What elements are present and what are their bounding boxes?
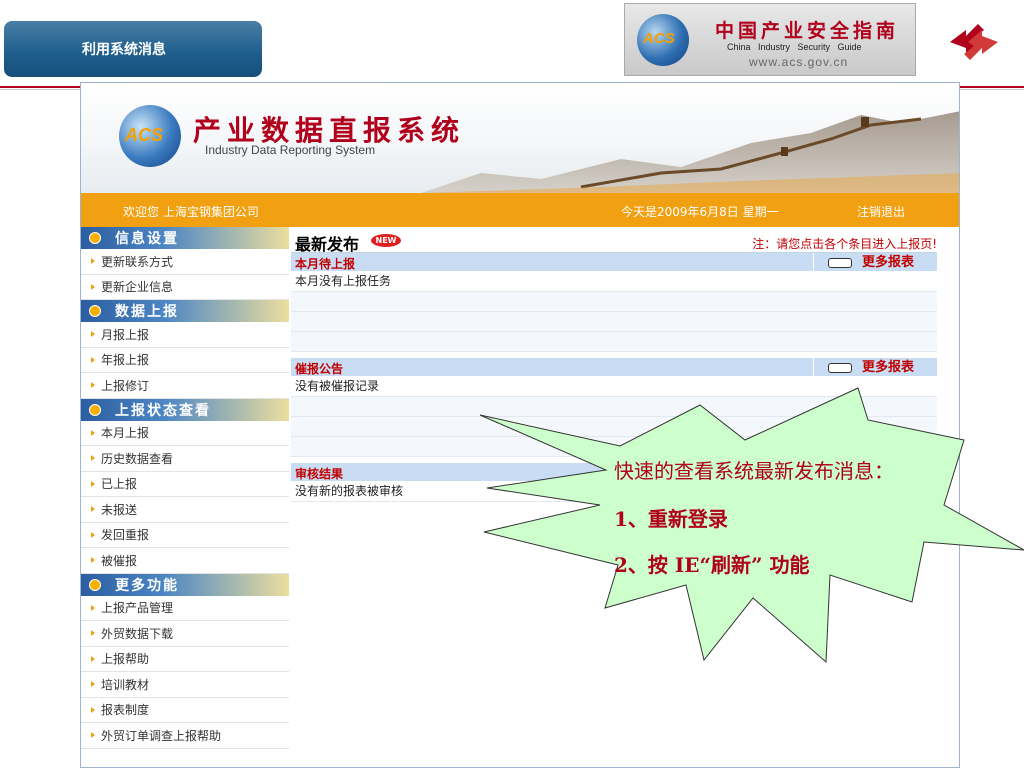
system-subtitle: Industry Data Reporting System	[205, 143, 376, 157]
acs-globe-logo: ACS	[637, 14, 689, 66]
sidebar-item-history[interactable]: 历史数据查看	[81, 446, 289, 472]
arrow-icon	[91, 258, 95, 265]
industry-security-guide-banner: ACS 中国产业安全指南 China Industry Security Gui…	[624, 3, 916, 76]
arrow-icon	[91, 356, 95, 363]
sidebar-item-returned[interactable]: 发回重报	[81, 523, 289, 548]
arrow-icon	[91, 706, 95, 713]
system-banner: ACS 产业数据直报系统 Industry Data Reporting Sys…	[81, 83, 959, 193]
pointing-hand-icon	[828, 258, 852, 268]
list-item	[291, 312, 937, 332]
arrow-icon	[91, 283, 95, 290]
arrow-icon	[91, 480, 95, 487]
callout-line-3: 2、按 IE“刷新” 功能	[614, 553, 810, 577]
monthly-pending-header[interactable]: 本月待上报 更多报表	[291, 253, 937, 272]
callout-line-2: 1、重新登录	[614, 507, 728, 531]
slide-title-tab: 利用系统消息	[4, 21, 262, 77]
arrow-icon	[91, 681, 95, 688]
sidebar-item-this-month[interactable]: 本月上报	[81, 421, 289, 446]
sidebar-item-monthly-report[interactable]: 月报上报	[81, 322, 289, 348]
welcome-text: 欢迎您 上海宝钢集团公司	[123, 205, 259, 219]
sidebar-item-not-submitted[interactable]: 未报送	[81, 497, 289, 523]
sidebar-item-annual-report[interactable]: 年报上报	[81, 348, 289, 373]
panel-header: 最新发布 NEW 注：请您点击各个条目进入上报页!	[291, 229, 937, 254]
arrow-icon	[91, 630, 95, 637]
guide-title-en: China Industry Security Guide	[727, 42, 862, 52]
sidebar-item-order-survey-help[interactable]: 外贸订单调查上报帮助	[81, 723, 289, 749]
arrow-icon	[91, 557, 95, 564]
arrow-icon	[91, 429, 95, 436]
sidebar-item-urged[interactable]: 被催报	[81, 548, 289, 574]
arrow-icon	[91, 655, 95, 662]
sidebar-section-more[interactable]: 更多功能	[81, 573, 289, 596]
sidebar-item-report-rules[interactable]: 报表制度	[81, 698, 289, 723]
slide-title: 利用系统消息	[82, 42, 166, 58]
great-wall-illustration	[421, 111, 959, 193]
sidebar-item-submitted[interactable]: 已上报	[81, 472, 289, 497]
guide-url: www.acs.gov.cn	[749, 55, 849, 69]
ministry-logo-icon	[950, 24, 998, 60]
sidebar-item-report-revision[interactable]: 上报修订	[81, 373, 289, 399]
logout-link[interactable]: 注销退出	[857, 203, 905, 220]
more-reports-link[interactable]: 更多报表	[813, 253, 937, 272]
sidebar-item-report-help[interactable]: 上报帮助	[81, 647, 289, 672]
section-bullet-icon	[89, 232, 101, 244]
panel-note: 注：请您点击各个条目进入上报页!	[752, 237, 937, 251]
sidebar-menu: 信息设置 更新联系方式 更新企业信息 数据上报 月报上报 年报上报 上报修订 上…	[81, 227, 289, 749]
review-result-title: 审核结果	[295, 467, 344, 481]
list-item	[291, 292, 937, 312]
sidebar-section-data-report[interactable]: 数据上报	[81, 300, 289, 322]
reporting-system-window: ACS 产业数据直报系统 Industry Data Reporting Sys…	[80, 82, 960, 768]
sidebar-item-trade-download[interactable]: 外贸数据下载	[81, 621, 289, 647]
urge-notice-header[interactable]: 催报公告 更多报表	[291, 358, 937, 377]
sidebar-section-status[interactable]: 上报状态查看	[81, 398, 289, 421]
welcome-bar: 欢迎您 上海宝钢集团公司 今天是2009年6月8日 星期一 注销退出	[81, 193, 959, 227]
list-item: 没有被催报记录	[291, 377, 937, 397]
arrow-icon	[91, 604, 95, 611]
more-reports-link[interactable]: 更多报表	[813, 358, 937, 377]
pointing-hand-icon	[828, 363, 852, 373]
sidebar-section-info-settings[interactable]: 信息设置	[81, 227, 289, 249]
list-item: 本月没有上报任务	[291, 272, 937, 292]
list-item	[291, 437, 937, 457]
arrow-icon	[91, 506, 95, 513]
list-item	[291, 332, 937, 352]
panel-title: 最新发布	[295, 235, 360, 254]
arrow-icon	[91, 382, 95, 389]
date-text: 今天是2009年6月8日 星期一	[621, 205, 779, 219]
list-item: 没有新的报表被审核	[291, 482, 937, 502]
callout-line-1: 快速的查看系统最新发布消息：	[614, 459, 894, 483]
new-badge-icon: NEW	[371, 234, 401, 247]
sidebar-item-training[interactable]: 培训教材	[81, 672, 289, 698]
acs-logo: ACS	[119, 105, 181, 167]
section-bullet-icon	[89, 305, 101, 317]
sidebar-item-update-contact[interactable]: 更新联系方式	[81, 249, 289, 275]
urge-notice-title: 催报公告	[295, 362, 344, 376]
arrow-icon	[91, 331, 95, 338]
section-bullet-icon	[89, 403, 101, 416]
list-item	[291, 397, 937, 417]
section-bullet-icon	[89, 578, 101, 591]
list-item	[291, 417, 937, 437]
monthly-pending-title: 本月待上报	[295, 257, 356, 271]
guide-title-cn: 中国产业安全指南	[715, 20, 900, 42]
sidebar-item-product-management[interactable]: 上报产品管理	[81, 596, 289, 621]
arrow-icon	[91, 732, 95, 739]
arrow-icon	[91, 531, 95, 538]
arrow-icon	[91, 455, 95, 462]
sidebar-item-update-company[interactable]: 更新企业信息	[81, 275, 289, 300]
